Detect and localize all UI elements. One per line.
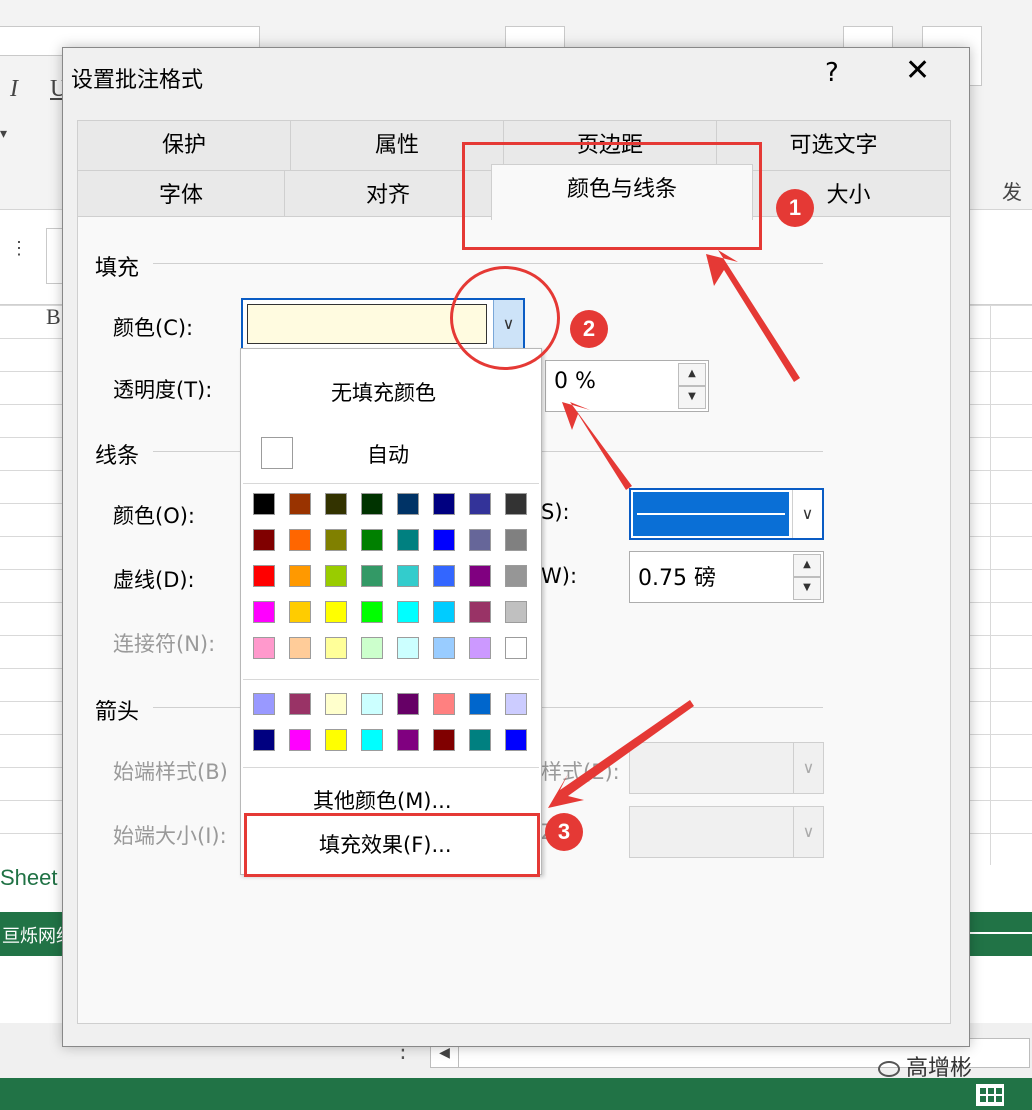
arrow-2 bbox=[562, 402, 632, 490]
tab-colors-lines[interactable]: 颜色与线条 bbox=[491, 164, 753, 220]
arrow-1 bbox=[706, 250, 800, 382]
arrow-3 bbox=[548, 700, 694, 808]
